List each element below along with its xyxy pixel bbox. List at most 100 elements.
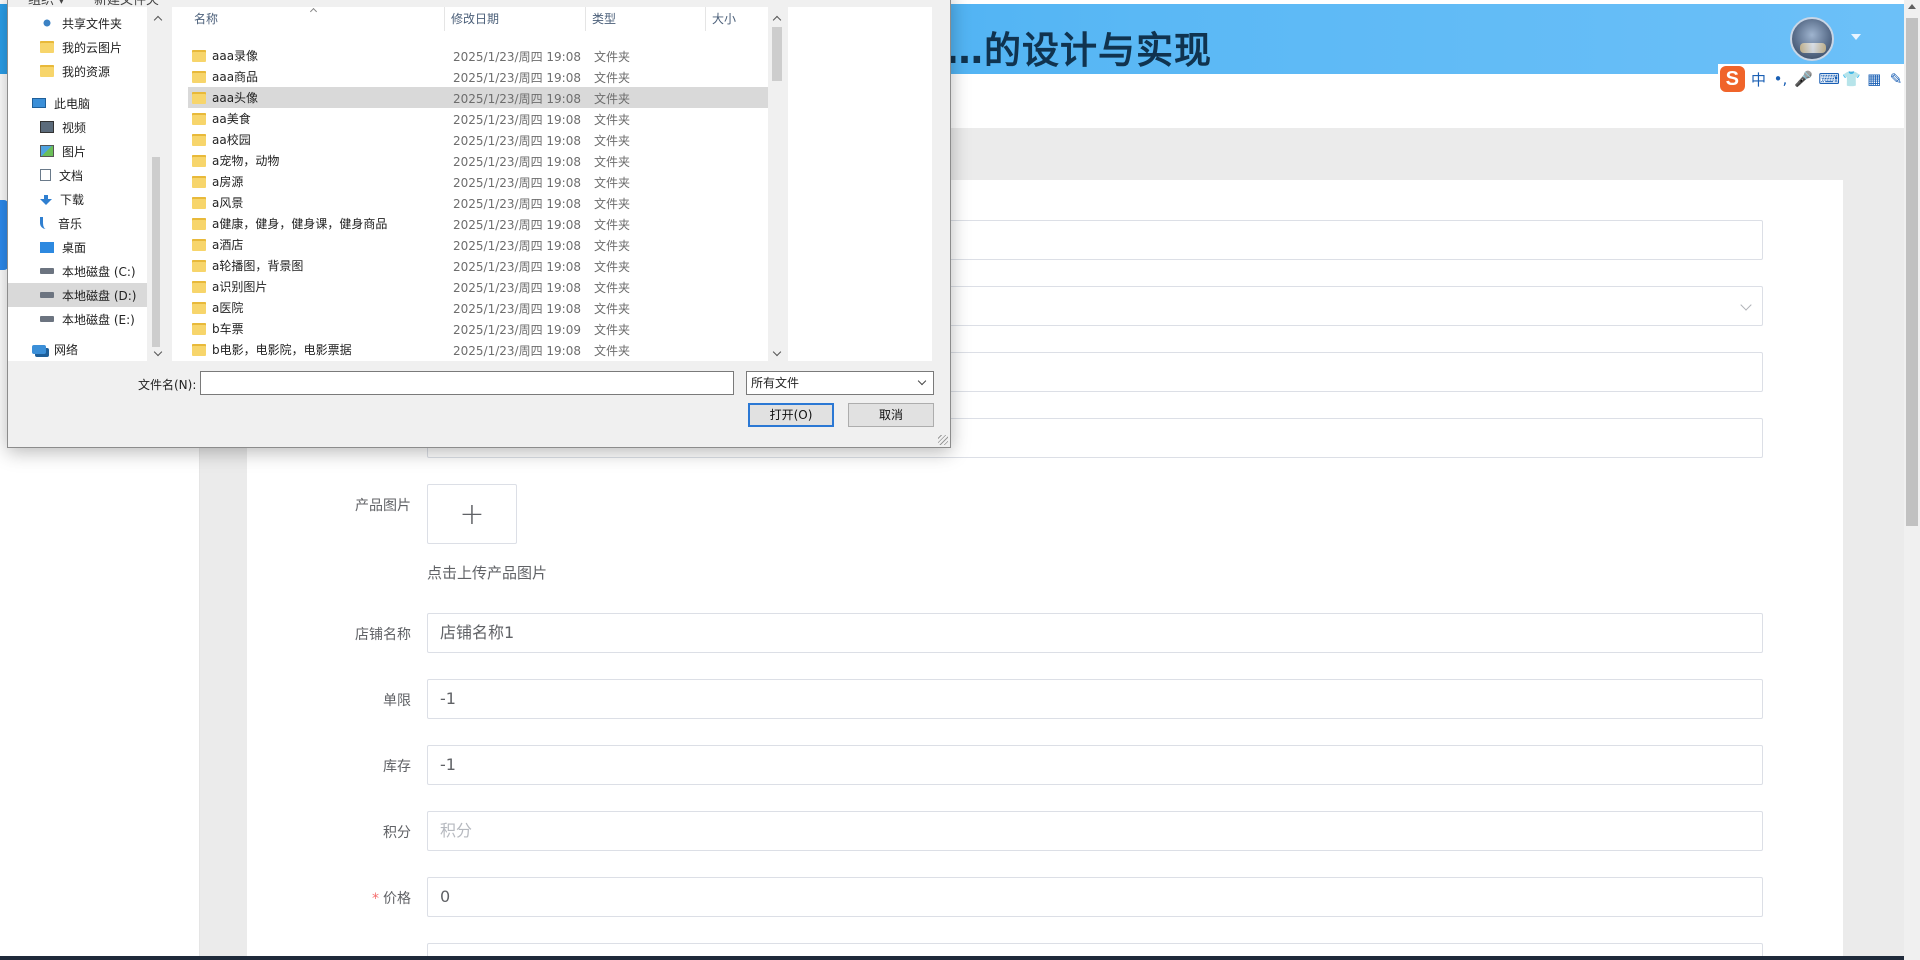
points-input[interactable]: 积分	[427, 811, 1763, 851]
skin-icon[interactable]: 👕	[1842, 70, 1861, 88]
file-name-cell: aa校园	[192, 131, 251, 148]
pen-icon[interactable]: ✎	[1888, 70, 1904, 88]
file-type: 文件夹	[594, 302, 631, 316]
nav-item-shared-folder[interactable]: 共享文件夹	[8, 11, 147, 35]
folder-icon	[192, 280, 206, 293]
open-button[interactable]: 打开(O)	[748, 403, 834, 427]
folder-icon	[192, 196, 206, 209]
nav-item-downloads[interactable]: 下载	[8, 187, 147, 211]
avatar-image	[1800, 43, 1826, 53]
file-row[interactable]: aaa商品 2025/1/23/周四 19:08 文件夹	[188, 66, 782, 87]
column-header-modified[interactable]: 修改日期	[445, 7, 586, 31]
file-modified-date: 2025/1/23/周四 19:08	[453, 344, 581, 358]
file-row[interactable]: a健康，健身，健身课，健身商品 2025/1/23/周四 19:08 文件夹	[188, 213, 782, 234]
file-modified-date: 2025/1/23/周四 19:08	[453, 71, 581, 85]
folder-icon	[192, 238, 206, 251]
picture-icon	[40, 145, 54, 157]
file-name-cell: a风景	[192, 194, 243, 211]
nav-item-cloud-pictures[interactable]: 我的云图片	[8, 35, 147, 59]
cancel-button[interactable]: 取消	[848, 403, 934, 427]
page-scroll-thumb[interactable]	[1906, 18, 1918, 526]
filename-label: 文件名(N):	[138, 378, 197, 392]
image-upload-button[interactable]: +	[427, 484, 517, 544]
ime-chinese-mode[interactable]: 中	[1751, 69, 1767, 90]
product-image-label: 产品图片	[355, 498, 411, 514]
scroll-up-icon[interactable]	[772, 15, 782, 25]
nav-item-documents[interactable]: 文档	[8, 163, 147, 187]
nav-item-videos[interactable]: 视频	[8, 115, 147, 139]
file-row[interactable]: a医院 2025/1/23/周四 19:08 文件夹	[188, 297, 782, 318]
file-row[interactable]: aa校园 2025/1/23/周四 19:08 文件夹	[188, 129, 782, 150]
filename-input[interactable]	[200, 371, 734, 395]
sogou-ime-icon[interactable]: S	[1720, 66, 1745, 92]
folder-icon	[192, 70, 206, 83]
file-scroll-thumb[interactable]	[772, 27, 782, 81]
dialog-toolbar: 组织 ▾ 新建文件夹	[8, 0, 950, 8]
scroll-up-icon[interactable]	[153, 15, 163, 25]
file-row[interactable]: a风景 2025/1/23/周四 19:08 文件夹	[188, 192, 782, 213]
price-input[interactable]: 0	[427, 877, 1763, 917]
file-list-scrollbar[interactable]	[768, 7, 788, 361]
file-row[interactable]: aaa录像 2025/1/23/周四 19:08 文件夹	[188, 45, 782, 66]
file-row[interactable]: a酒店 2025/1/23/周四 19:08 文件夹	[188, 234, 782, 255]
file-name: b电影，电影院，电影票据	[212, 343, 352, 357]
file-row[interactable]: a房源 2025/1/23/周四 19:08 文件夹	[188, 171, 782, 192]
document-icon	[40, 169, 51, 181]
form-row-stock: 库存 -1	[247, 745, 1843, 785]
file-name-cell: a房源	[192, 173, 243, 190]
microphone-icon[interactable]: 🎤	[1794, 70, 1813, 88]
stock-input[interactable]: -1	[427, 745, 1763, 785]
shop-name-input[interactable]: 店铺名称1	[427, 613, 1763, 653]
chevron-down-icon[interactable]	[1851, 34, 1861, 40]
folder-icon	[192, 49, 206, 62]
file-modified-date: 2025/1/23/周四 19:08	[453, 113, 581, 127]
user-avatar[interactable]	[1790, 17, 1834, 61]
nav-item-label: 本地磁盘 (D:)	[62, 288, 137, 303]
file-type: 文件夹	[594, 197, 631, 211]
chevron-down-icon	[1740, 299, 1752, 311]
nav-item-music[interactable]: 音乐	[8, 211, 147, 235]
video-icon	[40, 121, 54, 133]
nav-item-drive-c[interactable]: 本地磁盘 (C:)	[8, 259, 147, 283]
scroll-down-icon[interactable]	[153, 347, 163, 357]
file-modified-date: 2025/1/23/周四 19:08	[453, 50, 581, 64]
computer-icon	[32, 98, 46, 108]
nav-item-network[interactable]: 网络	[8, 337, 147, 361]
form-row-points: 积分 积分	[247, 811, 1843, 851]
ime-punctuation-icon[interactable]: •,	[1772, 70, 1788, 88]
nav-pane-scrollbar[interactable]	[147, 7, 172, 361]
file-type: 文件夹	[594, 155, 631, 169]
resize-grip-icon[interactable]	[938, 435, 948, 445]
file-type-filter[interactable]: 所有文件	[746, 371, 934, 395]
column-headers: 名称 修改日期 类型 大小	[172, 7, 932, 31]
page-scrollbar[interactable]	[1904, 0, 1920, 960]
nav-item-drive-e[interactable]: 本地磁盘 (E:)	[8, 307, 147, 331]
file-row[interactable]: aaa头像 2025/1/23/周四 19:08 文件夹	[188, 87, 782, 108]
file-row[interactable]: b车票 2025/1/23/周四 19:09 文件夹	[188, 318, 782, 339]
file-name: aaa头像	[212, 91, 259, 105]
column-header-type[interactable]: 类型	[586, 7, 706, 31]
folder-icon	[192, 133, 206, 146]
file-row[interactable]: a宠物，动物 2025/1/23/周四 19:08 文件夹	[188, 150, 782, 171]
scroll-down-icon[interactable]	[772, 347, 782, 357]
file-row[interactable]: b电影，电影院，电影票据 2025/1/23/周四 19:08 文件夹	[188, 339, 782, 360]
nav-item-drive-d[interactable]: 本地磁盘 (D:)	[8, 283, 147, 307]
file-row[interactable]: a识别图片 2025/1/23/周四 19:08 文件夹	[188, 276, 782, 297]
nav-item-this-pc[interactable]: 此电脑	[8, 91, 147, 115]
toolbox-icon[interactable]: ▦	[1866, 70, 1882, 88]
file-row[interactable]: aa美食 2025/1/23/周四 19:08 文件夹	[188, 108, 782, 129]
nav-scroll-thumb[interactable]	[152, 157, 160, 347]
form-row-shop-name: 店铺名称 店铺名称1	[247, 613, 1843, 653]
page-title: …的设计与实现	[946, 29, 1212, 72]
nav-item-pictures[interactable]: 图片	[8, 139, 147, 163]
keyboard-icon[interactable]: ⌨	[1818, 70, 1840, 88]
file-open-dialog: 组织 ▾ 新建文件夹 共享文件夹 我的云图片 我的资源 此电脑 视频 图片 文档…	[7, 0, 951, 448]
file-modified-date: 2025/1/23/周四 19:08	[453, 239, 581, 253]
nav-item-my-resources[interactable]: 我的资源	[8, 59, 147, 83]
limit-input[interactable]: -1	[427, 679, 1763, 719]
file-type: 文件夹	[594, 92, 631, 106]
file-row[interactable]: a轮播图，背景图 2025/1/23/周四 19:08 文件夹	[188, 255, 782, 276]
scroll-up-icon[interactable]	[1908, 4, 1916, 9]
nav-item-desktop[interactable]: 桌面	[8, 235, 147, 259]
file-modified-date: 2025/1/23/周四 19:08	[453, 302, 581, 316]
